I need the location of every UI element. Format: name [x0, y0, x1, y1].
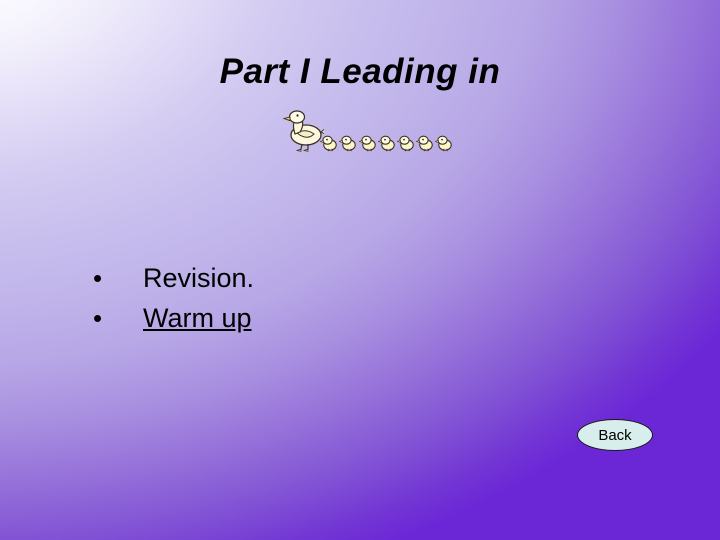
bullet-link-warm-up[interactable]: Warm up: [143, 298, 252, 338]
duckling-icon: [397, 135, 414, 152]
duck-family-image: [282, 108, 462, 158]
bullet-marker: •: [93, 263, 103, 293]
bullet-marker: •: [93, 303, 103, 333]
mother-duck-icon: [282, 110, 324, 152]
duckling-icon: [320, 135, 337, 152]
bullet-text-revision: Revision.: [143, 263, 255, 293]
duckling-icon: [359, 135, 376, 152]
back-button-label: Back: [598, 426, 632, 444]
slide-canvas: Part I Leading in • Revision. • Warm up …: [0, 0, 720, 540]
duckling-icon: [339, 135, 356, 152]
bullet-list: • Revision. • Warm up: [88, 258, 508, 338]
bullet-item-warm-up[interactable]: • Warm up: [88, 298, 508, 338]
slide-title: Part I Leading in: [219, 52, 501, 91]
back-button[interactable]: Back: [577, 419, 653, 451]
duckling-icon: [416, 135, 433, 152]
duckling-icon: [435, 135, 452, 152]
duckling-icon: [378, 135, 395, 152]
bullet-item-revision: • Revision.: [88, 258, 508, 298]
